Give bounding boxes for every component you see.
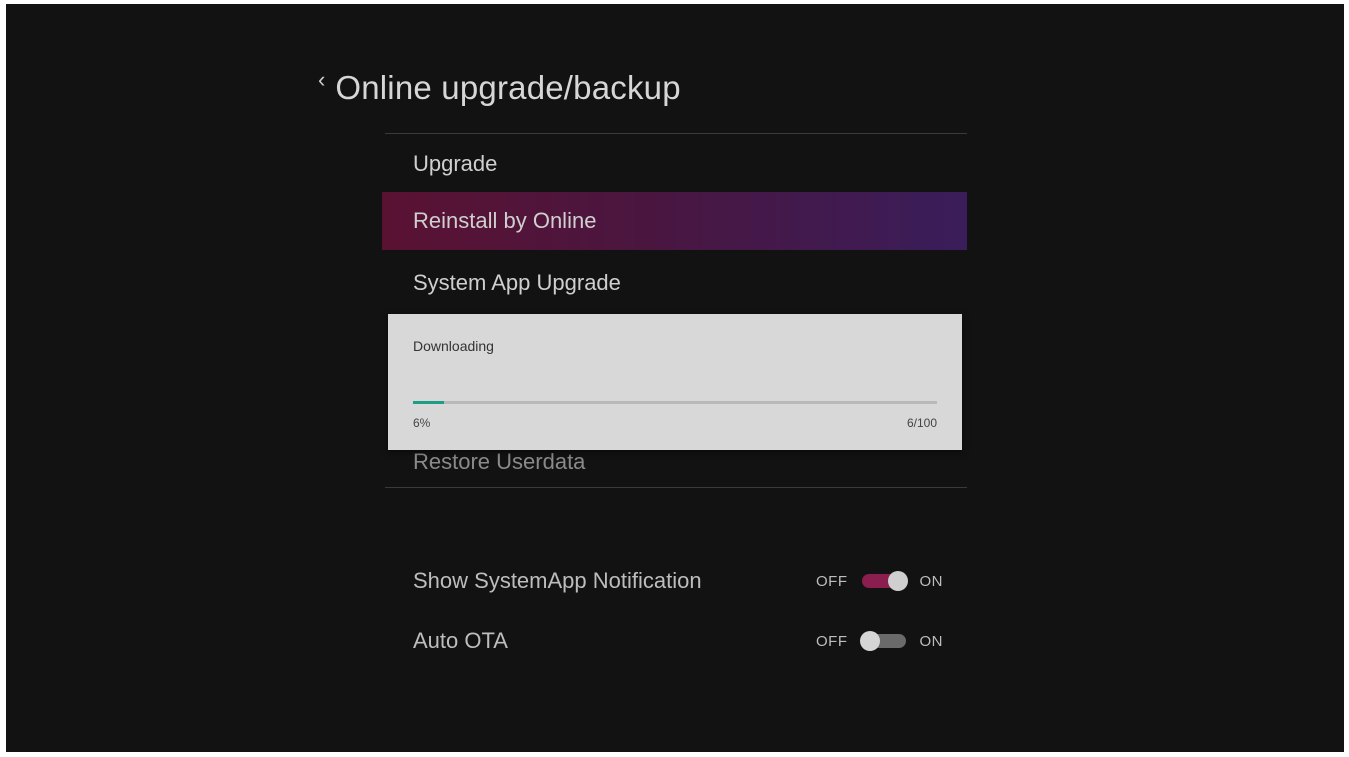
setting-auto-ota: Auto OTA OFF ON: [413, 621, 943, 661]
menu-bottom-divider: [385, 487, 967, 488]
progress-count: 6/100: [906, 416, 937, 430]
dialog-title: Downloading: [413, 338, 494, 354]
download-dialog: Downloading 6% 6/100: [388, 314, 962, 450]
menu-item-label: Reinstall by Online: [413, 208, 597, 233]
progress-bar: [413, 401, 937, 404]
setting-show-systemapp-notification: Show SystemApp Notification OFF ON: [413, 561, 943, 601]
page-title: Online upgrade/backup: [335, 69, 681, 106]
setting-label: Show SystemApp Notification: [413, 568, 702, 593]
toggle-group: OFF ON: [816, 631, 943, 651]
menu-item-label: System App Upgrade: [413, 270, 621, 295]
notification-toggle-switch[interactable]: [861, 571, 908, 591]
setting-label: Auto OTA: [413, 628, 508, 653]
menu-item-upgrade[interactable]: Upgrade: [382, 135, 967, 193]
toggle-off-label: OFF: [816, 572, 848, 590]
switch-thumb: [859, 631, 880, 651]
chevron-left-icon[interactable]: ‹: [318, 67, 325, 93]
progress-percent: 6%: [413, 416, 431, 430]
toggle-group: OFF ON: [816, 571, 943, 591]
toggle-on-label: ON: [919, 632, 943, 650]
progress-fill: [413, 401, 445, 404]
toggle-off-label: OFF: [816, 632, 848, 650]
menu-top-divider: [385, 133, 967, 134]
auto-ota-toggle-switch[interactable]: [859, 631, 906, 651]
menu-item-reinstall-by-online[interactable]: Reinstall by Online: [382, 192, 967, 250]
toggle-on-label: ON: [919, 572, 943, 590]
switch-thumb: [887, 571, 908, 591]
menu-item-system-app-upgrade[interactable]: System App Upgrade: [382, 254, 967, 312]
page-header: ‹ Online upgrade/backup: [318, 64, 681, 112]
menu-item-label: Restore Userdata: [413, 449, 586, 474]
menu-item-label: Upgrade: [413, 151, 498, 176]
